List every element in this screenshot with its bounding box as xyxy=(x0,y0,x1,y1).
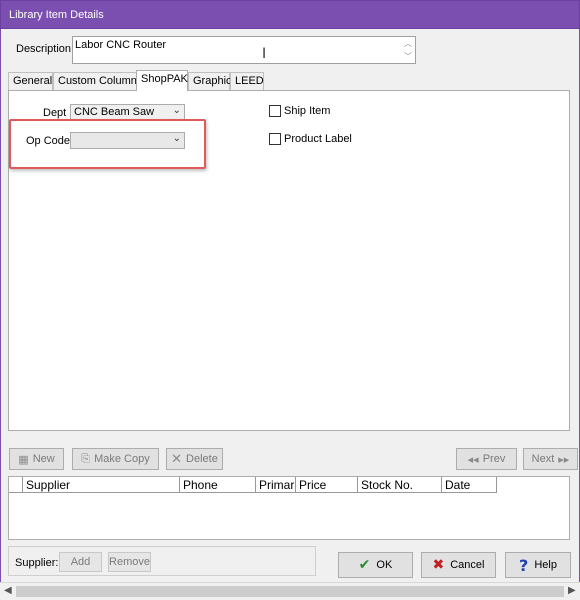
column-header-price[interactable]: Price xyxy=(296,477,358,493)
column-header-date-label: Date xyxy=(445,478,471,492)
grid-row-selector[interactable] xyxy=(9,477,23,493)
prev-button[interactable]: ◂◂ Prev xyxy=(456,448,517,470)
column-header-price-label: Price xyxy=(299,478,327,492)
cancel-button-label: Cancel xyxy=(450,559,485,571)
copy-icon: ⎘ xyxy=(81,452,91,465)
supplier-label: Supplier: xyxy=(15,557,59,569)
dept-value: CNC Beam Saw xyxy=(74,106,155,118)
column-header-primary[interactable]: Primar xyxy=(256,477,296,493)
tab-leed-label: LEED xyxy=(235,75,264,87)
delete-icon: ✕ xyxy=(171,451,183,467)
description-scrollbar[interactable]: ︿ ﹀ xyxy=(401,37,415,63)
new-button-label: New xyxy=(32,453,55,465)
description-label: Description xyxy=(16,43,72,55)
column-header-supplier-label: Supplier xyxy=(26,478,71,492)
help-question-icon: ? xyxy=(519,555,529,575)
remove-supplier-button[interactable]: Remove xyxy=(108,552,151,572)
window-title: Library Item Details xyxy=(9,9,104,21)
scroll-right-icon[interactable]: ▶ xyxy=(568,585,576,596)
help-button-label: Help xyxy=(534,559,557,571)
prev-icon: ◂◂ xyxy=(467,452,479,466)
product-label-label: Product Label xyxy=(284,133,352,145)
tab-shoppak[interactable]: ShopPAK xyxy=(136,70,188,91)
tab-general[interactable]: General xyxy=(8,72,53,90)
column-header-stock-no[interactable]: Stock No. xyxy=(358,477,442,493)
ok-button[interactable]: ✔ OK xyxy=(338,552,413,578)
chevron-down-icon: ⌄ xyxy=(172,105,181,116)
tab-graphic[interactable]: Graphic xyxy=(188,72,232,90)
new-button[interactable]: ▦ New xyxy=(9,448,64,470)
tab-general-label: General xyxy=(13,75,53,87)
delete-button[interactable]: ✕ Delete xyxy=(166,448,223,470)
column-header-phone[interactable]: Phone xyxy=(180,477,256,493)
product-label-checkbox[interactable] xyxy=(269,133,281,145)
remove-supplier-button-label: Remove xyxy=(109,556,150,568)
scroll-up-icon[interactable]: ︿ xyxy=(404,38,412,49)
text-cursor-icon: I xyxy=(262,46,267,62)
supplier-grid[interactable]: Supplier Phone Primar Price Stock No. Da… xyxy=(8,476,570,540)
column-header-phone-label: Phone xyxy=(183,478,218,492)
delete-button-label: Delete xyxy=(186,453,218,465)
ship-item-label: Ship Item xyxy=(284,105,331,117)
tab-custom-columns-label: Custom Columns xyxy=(58,75,143,87)
add-supplier-button[interactable]: Add xyxy=(59,552,102,572)
make-copy-button-label: Make Copy xyxy=(94,453,150,465)
checkmark-icon: ✔ xyxy=(358,557,371,573)
ok-button-label: OK xyxy=(376,559,393,571)
cancel-x-icon: ✖ xyxy=(432,557,445,573)
new-icon: ▦ xyxy=(18,452,29,466)
cancel-button[interactable]: ✖ Cancel xyxy=(421,552,496,578)
description-field[interactable]: Labor CNC Router ︿ ﹀ xyxy=(72,36,416,64)
scroll-left-icon[interactable]: ◀ xyxy=(4,585,12,596)
ship-item-checkbox[interactable] xyxy=(269,105,281,117)
description-value: Labor CNC Router xyxy=(75,39,167,51)
tab-shoppak-label: ShopPAK xyxy=(141,73,188,85)
next-button[interactable]: Next ▸▸ xyxy=(523,448,578,470)
add-supplier-button-label: Add xyxy=(70,556,91,568)
column-header-primary-label: Primar xyxy=(259,478,295,492)
scrollbar-thumb[interactable] xyxy=(16,586,564,597)
tab-graphic-label: Graphic xyxy=(193,75,232,87)
highlight-box xyxy=(9,119,206,169)
column-header-stock-no-label: Stock No. xyxy=(361,478,414,492)
tab-leed[interactable]: LEED xyxy=(230,72,264,90)
column-header-date[interactable]: Date xyxy=(442,477,497,493)
tab-custom-columns[interactable]: Custom Columns xyxy=(53,72,142,90)
prev-button-label: Prev xyxy=(482,453,506,465)
next-icon: ▸▸ xyxy=(558,452,570,466)
help-button[interactable]: ? Help xyxy=(505,552,571,578)
scroll-down-icon[interactable]: ﹀ xyxy=(404,51,412,62)
title-bar[interactable]: Library Item Details xyxy=(0,0,580,29)
next-button-label: Next xyxy=(531,453,555,465)
make-copy-button[interactable]: ⎘ Make Copy xyxy=(72,448,159,470)
grid-header: Supplier Phone Primar Price Stock No. Da… xyxy=(9,477,497,493)
dept-label: Dept xyxy=(43,107,67,119)
column-header-supplier[interactable]: Supplier xyxy=(23,477,180,493)
horizontal-scrollbar[interactable]: ◀ ▶ xyxy=(0,582,580,600)
